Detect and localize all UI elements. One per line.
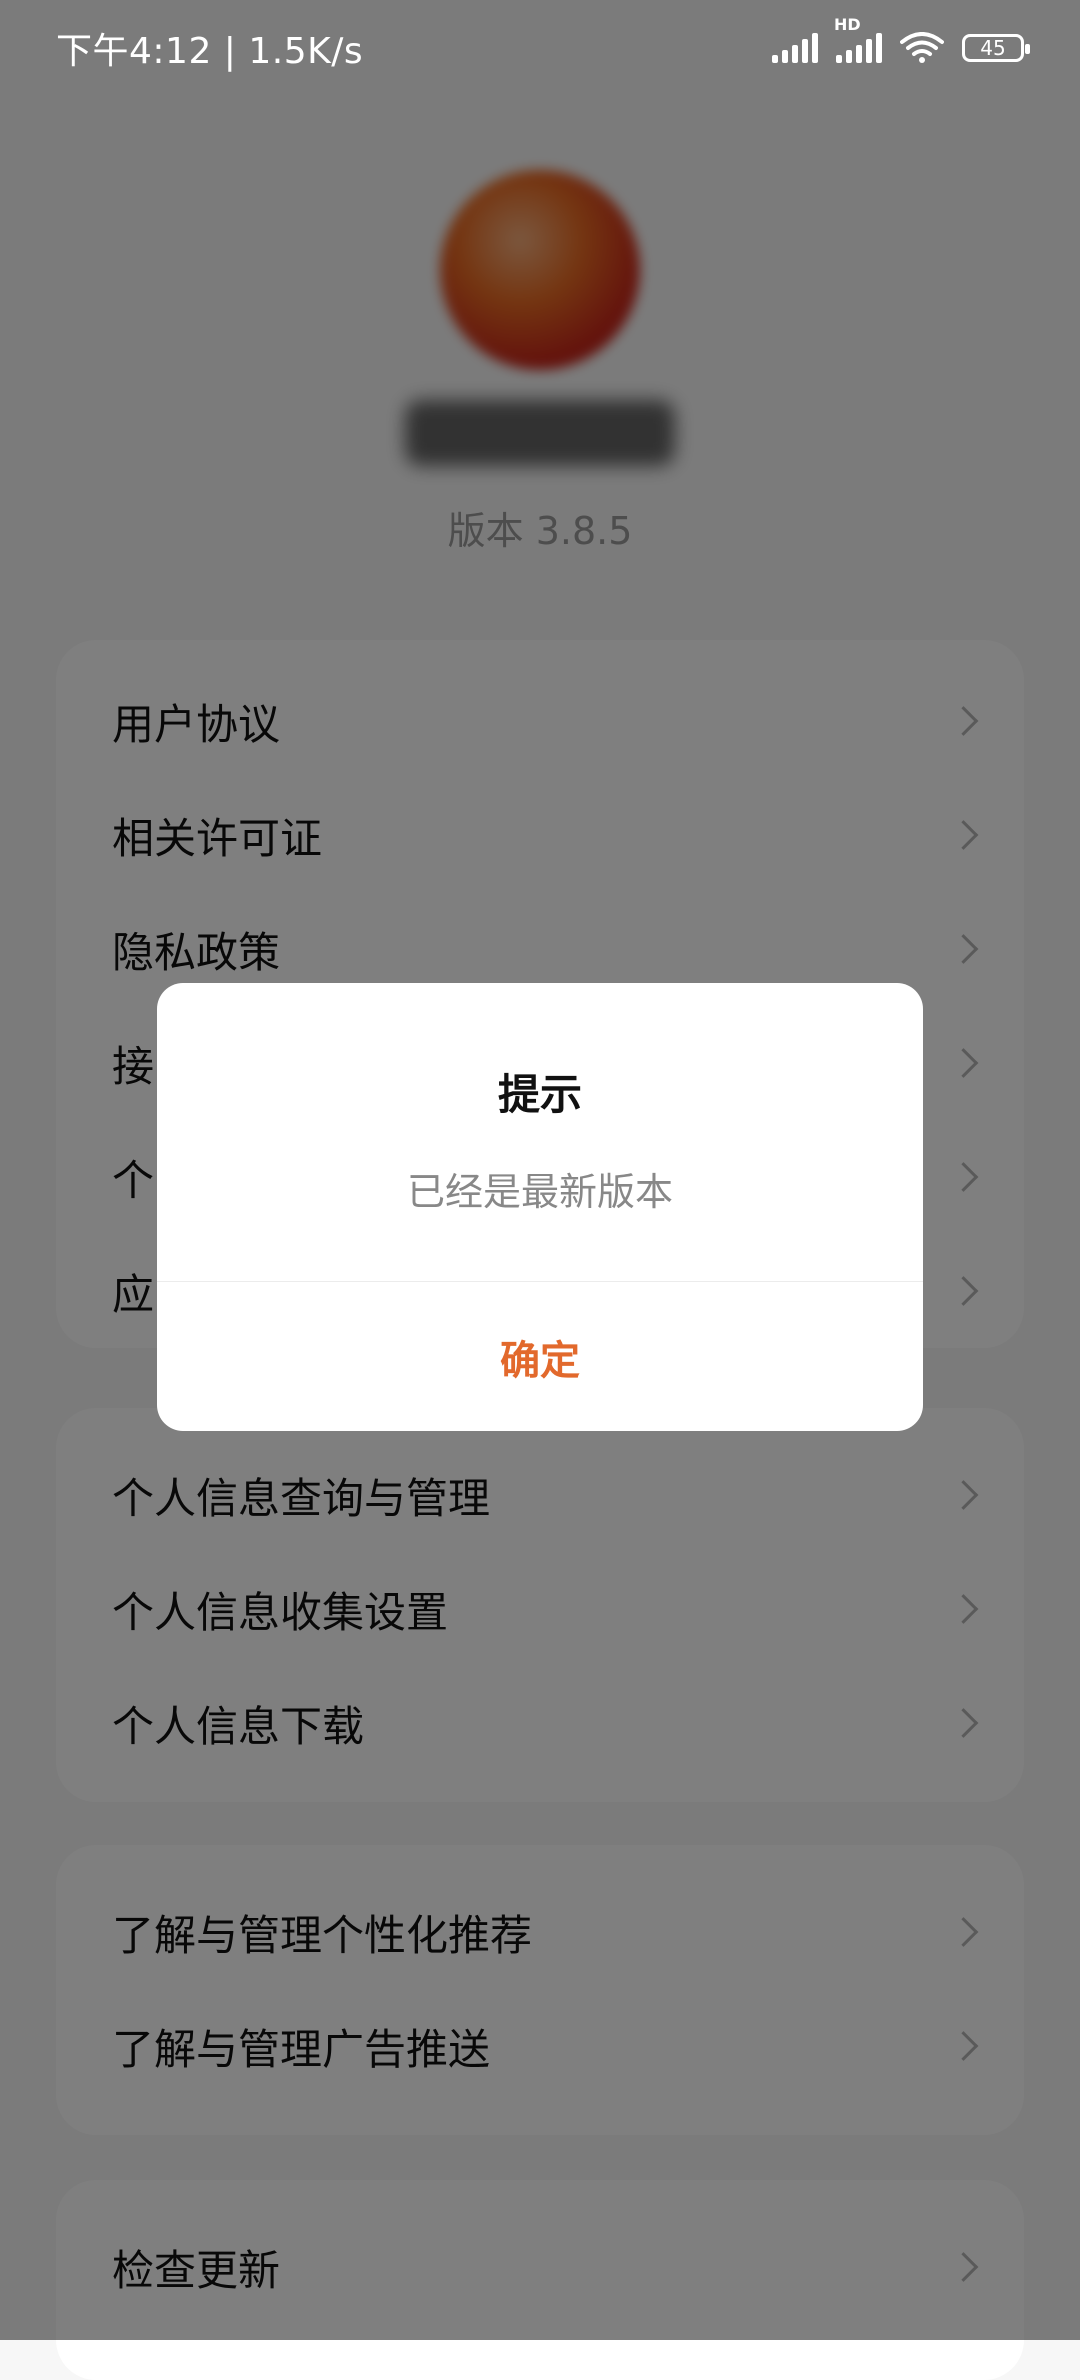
wifi-icon bbox=[900, 32, 944, 64]
status-icons: HD 45 bbox=[772, 15, 1030, 64]
dialog-message: 已经是最新版本 bbox=[406, 1170, 673, 1214]
dialog-title: 提示 bbox=[497, 1070, 582, 1119]
update-dialog: 提示 已经是最新版本 确定 bbox=[157, 983, 923, 1431]
battery-level: 45 bbox=[980, 36, 1006, 60]
confirm-button[interactable]: 确定 bbox=[157, 1282, 923, 1431]
hd-label: HD bbox=[834, 15, 861, 34]
status-time-speed: 下午4:12 | 1.5K/s bbox=[56, 31, 364, 72]
hd-signal-icon: HD bbox=[834, 15, 882, 63]
signal-icon bbox=[772, 33, 818, 63]
battery-icon: 45 bbox=[962, 34, 1030, 62]
status-bar: 下午4:12 | 1.5K/s HD 45 bbox=[0, 0, 1080, 96]
